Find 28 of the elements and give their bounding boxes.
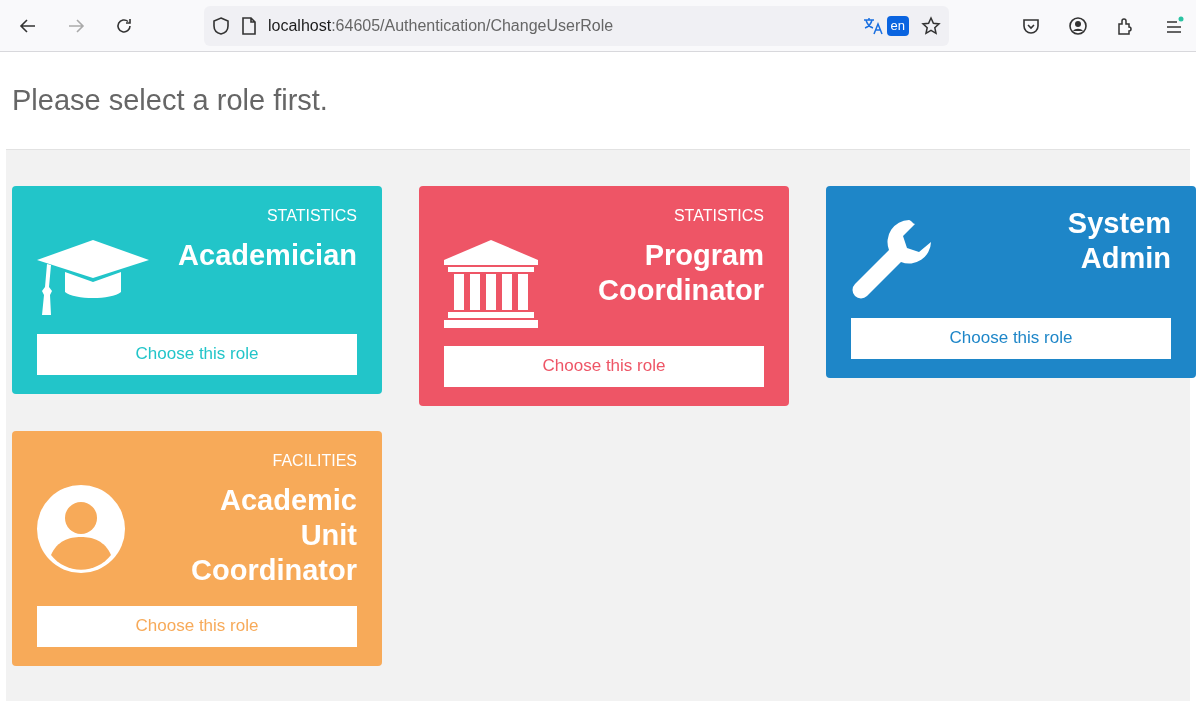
- menu-icon[interactable]: [1164, 15, 1184, 36]
- role-category: STATISTICS: [673, 205, 764, 226]
- role-name: Academician: [177, 237, 357, 273]
- account-icon[interactable]: [1068, 15, 1088, 36]
- star-icon[interactable]: [921, 15, 941, 36]
- choose-role-button[interactable]: Choose this role: [37, 333, 357, 375]
- choose-role-button[interactable]: Choose this role: [444, 345, 764, 387]
- language-badge[interactable]: en: [886, 15, 909, 36]
- role-category: FACILITIES: [272, 450, 357, 471]
- url-text: localhost:64605/Authentication/ChangeUserRole: [268, 15, 614, 36]
- role-name: System Admin: [1066, 205, 1171, 276]
- role-category: STATISTICS: [266, 205, 357, 226]
- address-bar[interactable]: localhost:64605/Authentication/ChangeUserRole en: [204, 5, 949, 46]
- wrench-icon: [851, 217, 933, 300]
- shield-icon: [212, 15, 230, 36]
- choose-role-button[interactable]: Choose this role: [851, 317, 1171, 359]
- role-name: Program Coordinator: [597, 237, 764, 308]
- forward-arrow-icon: [67, 16, 85, 35]
- page-icon: [242, 16, 256, 35]
- reload-icon: [115, 16, 133, 35]
- graduation-cap-icon: [37, 239, 149, 316]
- page-heading: Please select a role first.: [11, 83, 329, 118]
- pillared-building-icon: [444, 239, 538, 328]
- translate-icon[interactable]: [862, 16, 883, 35]
- back-arrow-icon: [19, 16, 37, 35]
- user-avatar-icon: [37, 484, 125, 573]
- role-name: Academic Unit Coordinator: [190, 482, 357, 588]
- pocket-icon[interactable]: [1022, 16, 1040, 35]
